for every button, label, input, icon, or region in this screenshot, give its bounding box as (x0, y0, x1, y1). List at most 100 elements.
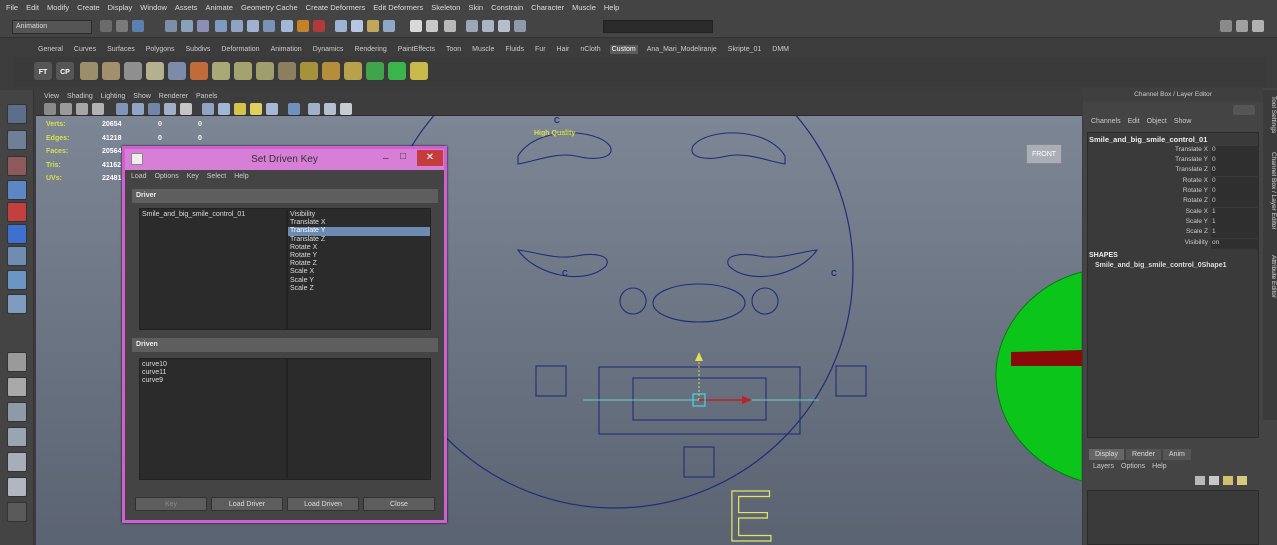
attribute-row[interactable]: Visibility on (1089, 239, 1259, 250)
layout-side-icon[interactable] (498, 20, 510, 32)
driven-section-header[interactable]: Driven (132, 338, 438, 352)
tab-ncloth[interactable]: nCloth (578, 45, 602, 54)
hq-render-icon[interactable] (266, 103, 278, 115)
driver-object-list[interactable]: Smile_and_big_smile_control_01 (139, 208, 287, 330)
menu-skin[interactable]: Skin (468, 3, 483, 12)
layout-persp-outliner-icon[interactable] (7, 402, 27, 422)
layout-hypershade-icon[interactable] (7, 452, 27, 472)
shelf-tool-icon-12[interactable] (322, 62, 340, 80)
manipulator-tool-icon[interactable] (7, 246, 27, 266)
shelf-tool-icon-2[interactable] (102, 62, 120, 80)
tab-ana-mari-modeliranje[interactable]: Ana_Mari_Modeliranje (645, 45, 719, 54)
gate-mask-icon[interactable] (324, 103, 336, 115)
layout-custom-icon[interactable] (7, 502, 27, 522)
select-tool-icon[interactable] (7, 104, 27, 124)
driven-object-list[interactable]: curve10 curve11 curve9 (139, 358, 287, 480)
tab-render[interactable]: Render (1125, 449, 1161, 460)
shelf-tool-icon-13[interactable] (344, 62, 362, 80)
new-layer-selected-icon[interactable] (1237, 476, 1247, 485)
toggle-ui-icon-3[interactable] (1252, 20, 1264, 32)
shelf-tool-icon-1[interactable] (80, 62, 98, 80)
load-driver-button[interactable]: Load Driver (211, 497, 283, 511)
move-layer-down-icon[interactable] (1209, 476, 1219, 485)
layout-trax-icon[interactable] (7, 477, 27, 497)
shelf-tool-icon-16[interactable] (410, 62, 428, 80)
tab-fluids[interactable]: Fluids (503, 45, 526, 54)
shelf-tool-icon-10[interactable] (278, 62, 296, 80)
list-item[interactable]: Smile_and_big_smile_control_01 (140, 211, 286, 219)
right-eye-curve[interactable] (727, 249, 819, 278)
sdk-titlebar[interactable]: Set Driven Key – □ ✕ (125, 149, 444, 170)
freeze-transforms-button[interactable]: FT (34, 62, 52, 80)
construction-history-icon[interactable] (281, 20, 293, 32)
new-scene-icon[interactable] (100, 20, 112, 32)
selected-object-name[interactable]: Smile_and_big_smile_control_01 (1089, 135, 1259, 144)
tab-general[interactable]: General (36, 45, 65, 54)
tab-deformation[interactable]: Deformation (219, 45, 261, 54)
save-scene-icon[interactable] (132, 20, 144, 32)
tab-anim[interactable]: Anim (1162, 449, 1191, 460)
use-lights-icon[interactable] (180, 103, 192, 115)
menu-window[interactable]: Window (140, 3, 167, 12)
layout-single-icon[interactable] (466, 20, 478, 32)
left-nostril-curve[interactable] (619, 287, 647, 315)
shelf-tool-icon-6[interactable] (190, 62, 208, 80)
menu-skeleton[interactable]: Skeleton (431, 3, 460, 12)
rotate-tool-icon[interactable] (7, 202, 27, 222)
ipr-render-icon[interactable] (313, 20, 325, 32)
view-cube-front[interactable]: FRONT (1026, 144, 1062, 164)
smooth-shade-icon[interactable] (132, 103, 144, 115)
channel-box-mode-icon[interactable] (1233, 105, 1255, 115)
tool-settings-toggle-icon[interactable] (444, 20, 456, 32)
film-gate-icon[interactable] (288, 103, 300, 115)
list-item[interactable]: Rotate Z (288, 260, 430, 268)
cb-menu-channels[interactable]: Channels (1091, 118, 1121, 125)
attribute-row[interactable]: Rotate X0 (1089, 177, 1259, 188)
channel-box-header[interactable]: Channel Box / Layer Editor (1083, 88, 1263, 102)
channel-toggle-icon[interactable] (410, 20, 422, 32)
attr-value[interactable]: on (1211, 239, 1259, 250)
tab-skripte-01[interactable]: Skripte_01 (726, 45, 763, 54)
menu-edit-deformers[interactable]: Edit Deformers (373, 3, 423, 12)
layer-menu-options[interactable]: Options (1121, 463, 1145, 470)
attr-value[interactable]: 0 (1211, 197, 1259, 208)
toggle-ui-icon-2[interactable] (1236, 20, 1248, 32)
resolution-gate-icon[interactable] (308, 103, 320, 115)
chin-control[interactable] (683, 446, 715, 478)
panel-menu-shading[interactable]: Shading (67, 93, 93, 100)
select-hierarchy-icon[interactable] (165, 20, 177, 32)
center-pivot-button[interactable]: CP (56, 62, 74, 80)
menu-character[interactable]: Character (531, 3, 564, 12)
wireframe-on-shaded-icon[interactable] (148, 103, 160, 115)
attr-value[interactable]: 0 (1211, 187, 1259, 198)
face-circle-curve[interactable] (376, 116, 854, 509)
menu-muscle[interactable]: Muscle (572, 3, 596, 12)
render-icon[interactable] (297, 20, 309, 32)
tab-fur[interactable]: Fur (533, 45, 548, 54)
nose-curve[interactable] (652, 283, 746, 323)
attribute-row[interactable]: Rotate Z0 (1089, 197, 1259, 208)
attr-value[interactable]: 0 (1211, 156, 1259, 167)
tab-muscle[interactable]: Muscle (470, 45, 496, 54)
right-corner-control[interactable] (835, 365, 867, 397)
list-item[interactable]: Scale Z (288, 285, 430, 293)
panel-menu-show[interactable]: Show (133, 93, 151, 100)
layer-list-pane[interactable] (1087, 490, 1259, 545)
letter-e-curve[interactable]: E (725, 476, 774, 545)
shelf-tool-icon-11[interactable] (300, 62, 318, 80)
wireframe-icon[interactable] (116, 103, 128, 115)
render-settings-icon[interactable] (335, 20, 347, 32)
attribute-row[interactable]: Translate X0 (1089, 146, 1259, 157)
key-button[interactable]: Key (135, 497, 207, 511)
tab-polygons[interactable]: Polygons (144, 45, 177, 54)
panel-menu-lighting[interactable]: Lighting (101, 93, 126, 100)
attr-value[interactable]: 0 (1211, 146, 1259, 157)
soft-mod-tool-icon[interactable] (7, 270, 27, 290)
xray-joints-icon[interactable] (250, 103, 262, 115)
menu-assets[interactable]: Assets (175, 3, 198, 12)
tab-dynamics[interactable]: Dynamics (311, 45, 346, 54)
driver-attribute-list[interactable]: Visibility Translate X Translate Y Trans… (287, 208, 431, 330)
tab-painteffects[interactable]: PaintEffects (396, 45, 437, 54)
sdk-menu-help[interactable]: Help (234, 173, 248, 180)
menu-edit[interactable]: Edit (26, 3, 39, 12)
